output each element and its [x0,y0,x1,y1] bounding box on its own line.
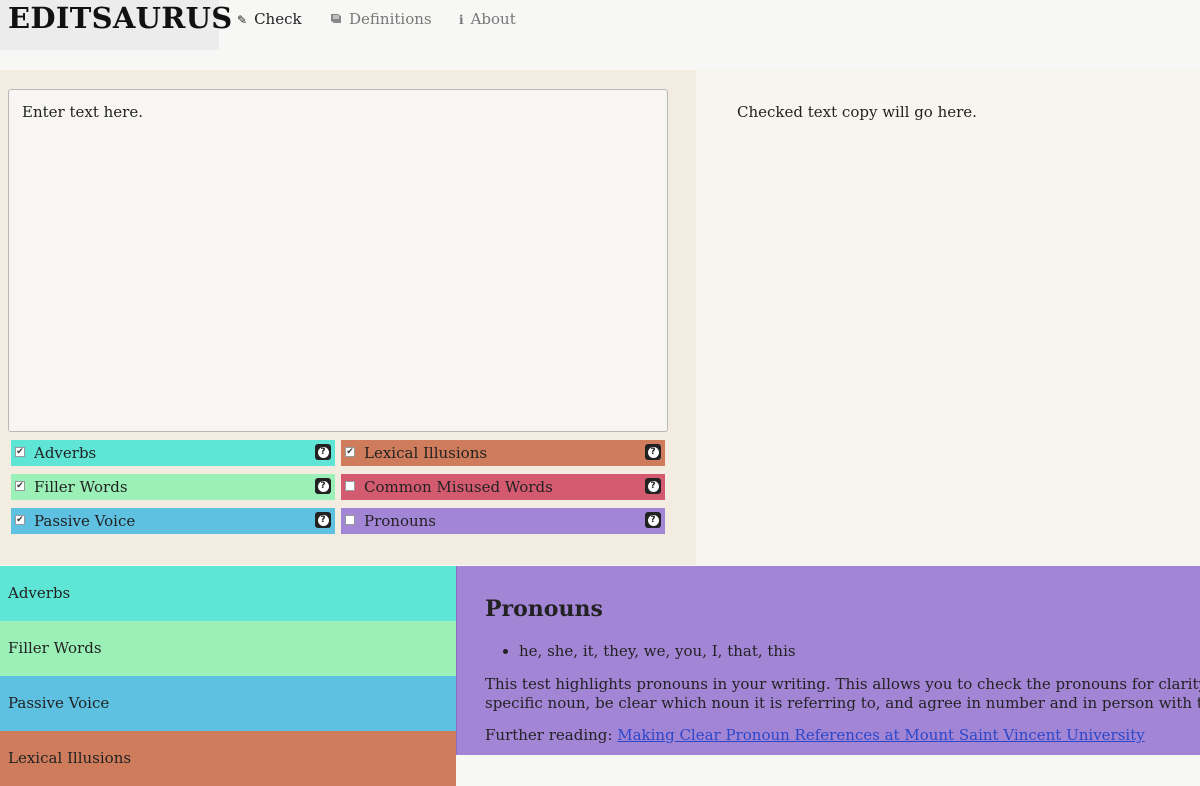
check-pronouns[interactable]: Pronouns ? [341,508,665,534]
check-label: Lexical Illusions [364,444,488,462]
help-icon[interactable]: ? [315,444,331,460]
definition-description: This test highlights pronouns in your wr… [485,675,1200,713]
check-label: Passive Voice [34,512,136,530]
definition-examples-list: he, she, it, they, we, you, I, that, thi… [485,642,796,660]
checkbox[interactable] [345,481,355,491]
further-reading-link[interactable]: Making Clear Pronoun References at Mount… [617,726,1144,744]
nav-definitions-label: Definitions [349,10,432,28]
help-icon[interactable]: ? [645,444,661,460]
pencil-icon: ✎ [237,13,248,27]
check-label: Filler Words [34,478,128,496]
check-lexical-illusions[interactable]: ✔ Lexical Illusions ? [341,440,665,466]
checkbox[interactable]: ✔ [15,481,25,491]
category-lexical-illusions[interactable]: Lexical Illusions [0,731,456,786]
category-adverbs[interactable]: Adverbs [0,566,456,621]
definition-examples: he, she, it, they, we, you, I, that, thi… [519,642,796,660]
brand-logo[interactable]: EDITSAURUS [0,0,232,50]
check-label: Adverbs [34,444,97,462]
check-filler-words[interactable]: ✔ Filler Words ? [11,474,335,500]
output-panel: Checked text copy will go here. [696,70,1200,565]
checkbox[interactable]: ✔ [345,447,355,457]
check-label: Common Misused Words [364,478,553,496]
check-label: Pronouns [364,512,437,530]
further-reading: Further reading: Making Clear Pronoun Re… [485,726,1145,744]
nav-about-label: About [470,10,516,28]
nav-definitions[interactable]: Definitions [330,9,432,30]
nav-about[interactable]: i About [459,9,516,30]
checkbox[interactable] [345,515,355,525]
info-icon: i [459,13,464,27]
editor-panel: ✔ Adverbs ? ✔ Lexical Illusions ? ✔ Fill… [0,70,696,565]
definition-panel: Pronouns he, she, it, they, we, you, I, … [456,566,1200,755]
definition-title: Pronouns [485,596,603,622]
help-icon[interactable]: ? [645,512,661,528]
definition-description-line: specific noun, be clear which noun it is… [485,694,1200,712]
book-icon [330,10,342,30]
category-passive-voice[interactable]: Passive Voice [0,676,456,731]
nav-check-label: Check [254,10,302,28]
category-filler-words[interactable]: Filler Words [0,621,456,676]
help-icon[interactable]: ? [315,512,331,528]
text-input[interactable] [8,89,668,432]
output-placeholder: Checked text copy will go here. [737,103,977,121]
definition-description-line: This test highlights pronouns in your wr… [485,675,1200,693]
checkbox[interactable]: ✔ [15,515,25,525]
nav-check[interactable]: ✎ Check [237,9,302,30]
check-common-misused-words[interactable]: Common Misused Words ? [341,474,665,500]
checkbox[interactable]: ✔ [15,447,25,457]
top-header: EDITSAURUS ✎ Check Definitions i About [0,0,1200,70]
help-icon[interactable]: ? [315,478,331,494]
help-icon[interactable]: ? [645,478,661,494]
further-reading-label: Further reading: [485,726,613,744]
check-passive-voice[interactable]: ✔ Passive Voice ? [11,508,335,534]
check-adverbs[interactable]: ✔ Adverbs ? [11,440,335,466]
